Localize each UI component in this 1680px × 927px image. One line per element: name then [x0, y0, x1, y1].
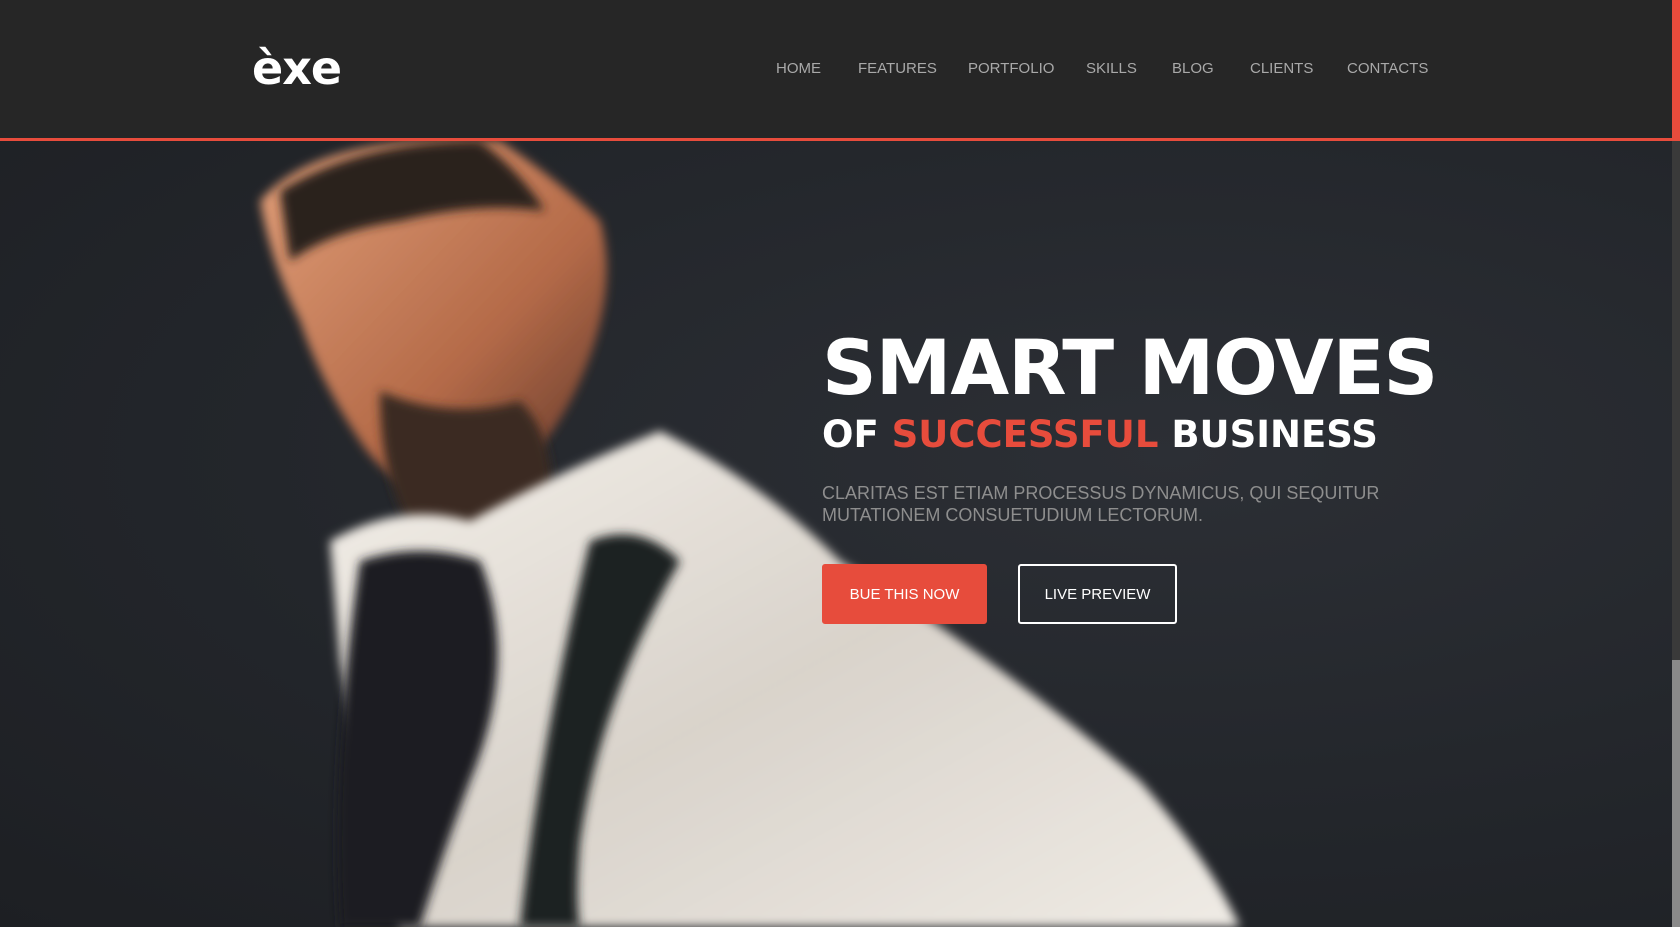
nav-features[interactable]: FEATURES [858, 60, 937, 78]
subheadline-prefix: OF [822, 413, 892, 456]
buy-now-button[interactable]: BUE THIS NOW [822, 564, 987, 624]
hero-buttons: BUE THIS NOW LIVE PREVIEW [822, 564, 1442, 624]
scrollbar[interactable] [1672, 0, 1680, 927]
nav-clients[interactable]: CLIENTS [1250, 60, 1313, 78]
logo[interactable]: èxe [252, 38, 342, 98]
nav-skills[interactable]: SKILLS [1086, 60, 1137, 78]
live-preview-button[interactable]: LIVE PREVIEW [1018, 564, 1177, 624]
nav-contacts[interactable]: CONTACTS [1347, 60, 1428, 78]
hero-content: SMART MOVES OF SUCCESSFUL BUSINESS CLARI… [822, 326, 1442, 624]
scrollbar-accent [1672, 0, 1680, 141]
hero-subheadline: OF SUCCESSFUL BUSINESS [822, 412, 1442, 458]
subheadline-suffix: BUSINESS [1158, 413, 1378, 456]
nav-portfolio[interactable]: PORTFOLIO [968, 60, 1054, 78]
nav-home[interactable]: HOME [776, 60, 821, 78]
subheadline-accent: SUCCESSFUL [891, 413, 1159, 456]
hero-section: SMART MOVES OF SUCCESSFUL BUSINESS CLARI… [0, 141, 1672, 927]
nav-blog[interactable]: BLOG [1172, 60, 1214, 78]
hero-headline: SMART MOVES [822, 323, 1438, 412]
hero-tagline: CLARITAS EST ETIAM PROCESSUS DYNAMICUS, … [822, 483, 1380, 525]
scrollbar-thumb[interactable] [1672, 660, 1680, 927]
site-header: èxe HOME FEATURES PORTFOLIO SKILLS BLOG … [0, 0, 1672, 141]
